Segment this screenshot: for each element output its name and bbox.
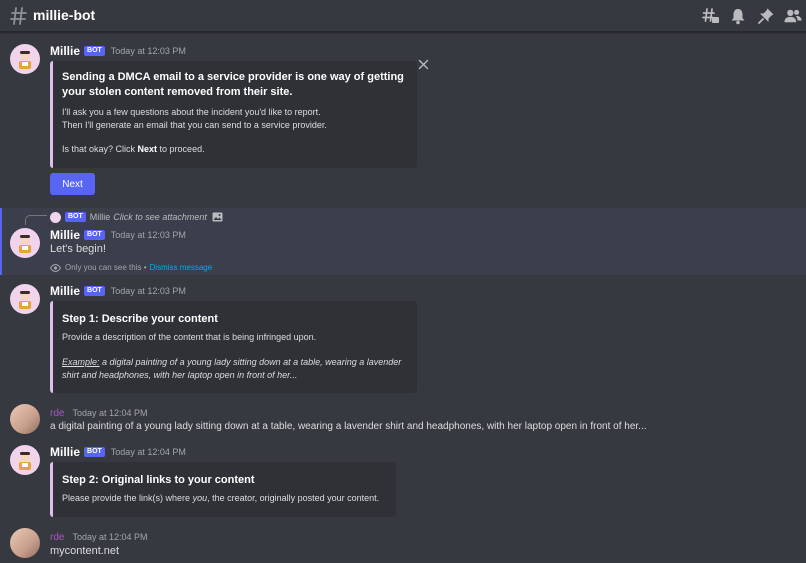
embed: Step 2: Original links to your content P…	[50, 462, 396, 517]
avatar[interactable]	[10, 228, 40, 258]
bell-icon[interactable]	[729, 7, 747, 25]
embed-description: Please provide the link(s) where you, th…	[62, 493, 380, 503]
threads-icon[interactable]	[702, 7, 720, 25]
timestamp: Today at 12:03 PM	[110, 286, 186, 296]
avatar[interactable]	[10, 445, 40, 475]
message-text: a digital painting of a young lady sitti…	[50, 421, 647, 432]
embed-title: Step 2: Original links to your content	[62, 474, 255, 486]
dismiss-link[interactable]: Dismiss message	[150, 263, 213, 272]
embed-line: Is that okay? Click Next to proceed.	[62, 144, 205, 154]
embed-title: Sending a DMCA email to a service provid…	[62, 71, 404, 98]
timestamp: Today at 12:04 PM	[110, 447, 186, 457]
timestamp: Today at 12:04 PM	[72, 532, 148, 542]
embed-example: Example: a digital painting of a young l…	[62, 357, 402, 380]
timestamp: Today at 12:03 PM	[110, 46, 186, 56]
embed: Sending a DMCA email to a service provid…	[50, 61, 417, 168]
ephemeral-text: Only you can see this •	[65, 263, 147, 272]
author-name[interactable]: Millie	[50, 228, 80, 242]
author-name[interactable]: Millie	[50, 284, 80, 298]
reply-author: Millie	[89, 212, 111, 222]
message-text: Let's begin!	[50, 243, 106, 255]
ephemeral-note: Only you can see this • Dismiss message	[50, 263, 212, 272]
timestamp: Today at 12:04 PM	[72, 408, 148, 418]
bot-avatar-icon	[19, 291, 31, 309]
bot-avatar-icon	[19, 51, 31, 69]
close-icon[interactable]	[418, 59, 429, 70]
author-name[interactable]: rde	[50, 408, 64, 419]
message-header: rde Today at 12:04 PM	[50, 530, 148, 544]
message-text: mycontent.net	[50, 545, 120, 557]
avatar[interactable]	[10, 44, 40, 74]
reply-avatar	[50, 211, 61, 223]
message-header: rde Today at 12:04 PM	[50, 406, 148, 420]
message-header: Millie BOT Today at 12:03 PM	[50, 284, 186, 298]
bot-avatar-icon	[19, 452, 31, 470]
channel-header: millie-bot	[0, 0, 806, 32]
reply-spine	[25, 215, 47, 225]
message-header: Millie BOT Today at 12:03 PM	[50, 44, 186, 58]
members-icon[interactable]	[784, 7, 802, 25]
avatar[interactable]	[10, 404, 40, 434]
next-button[interactable]: Next	[50, 173, 95, 195]
message-header: Millie BOT Today at 12:04 PM	[50, 445, 186, 459]
bot-tag: BOT	[84, 230, 105, 240]
author-name[interactable]: Millie	[50, 44, 80, 58]
avatar[interactable]	[10, 284, 40, 314]
bot-tag: BOT	[84, 286, 105, 296]
eye-icon	[50, 263, 61, 272]
embed-line: I'll ask you a few questions about the i…	[62, 107, 321, 117]
pin-icon[interactable]	[757, 7, 775, 25]
message-header: Millie BOT Today at 12:03 PM	[50, 228, 186, 242]
avatar[interactable]	[10, 528, 40, 558]
embed: Step 1: Describe your content Provide a …	[50, 301, 417, 393]
embed-line: Then I'll generate an email that you can…	[62, 120, 327, 130]
bot-tag: BOT	[65, 212, 86, 222]
channel-name: millie-bot	[33, 7, 96, 23]
reply-text: Click to see attachment	[113, 212, 207, 222]
author-name[interactable]: rde	[50, 532, 64, 543]
bot-tag: BOT	[84, 46, 105, 56]
embed-title: Step 1: Describe your content	[62, 313, 218, 325]
embed-description: Provide a description of the content tha…	[62, 332, 317, 342]
bot-tag: BOT	[84, 447, 105, 457]
timestamp: Today at 12:03 PM	[110, 230, 186, 240]
reply-preview[interactable]: BOT Millie Click to see attachment	[50, 211, 223, 223]
bot-avatar-icon	[19, 235, 31, 253]
image-icon	[212, 212, 223, 222]
hash-icon	[10, 7, 27, 25]
author-name[interactable]: Millie	[50, 445, 80, 459]
